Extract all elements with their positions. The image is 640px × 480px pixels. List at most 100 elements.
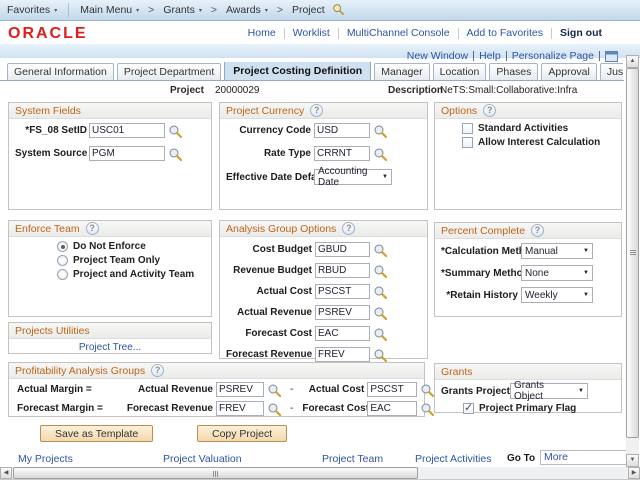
standard-activities-label: Standard Activities: [478, 123, 568, 134]
new-window-link[interactable]: New Window: [407, 50, 468, 62]
project-activities-link[interactable]: Project Activities: [415, 453, 491, 465]
tab-general-information[interactable]: General Information: [7, 63, 114, 81]
tab-location[interactable]: Location: [433, 63, 487, 81]
favorites-menu[interactable]: Favorites ▾: [0, 4, 64, 16]
copy-project-button[interactable]: Copy Project: [197, 425, 287, 442]
standard-activities-checkbox[interactable]: [462, 123, 473, 134]
actual-revenue-input[interactable]: [315, 305, 370, 320]
tab-project-costing-definition[interactable]: Project Costing Definition: [224, 62, 371, 81]
project-team-only-label: Project Team Only: [73, 255, 160, 266]
cost-budget-input[interactable]: [315, 242, 370, 257]
help-icon[interactable]: ?: [531, 224, 544, 237]
scroll-up-button[interactable]: ▲: [626, 55, 639, 68]
lookup-icon[interactable]: [420, 402, 434, 416]
revenue-budget-input[interactable]: [315, 263, 370, 278]
vertical-scrollbar[interactable]: ▲ ▼: [626, 55, 639, 467]
breadcrumb-item-awards[interactable]: Awards ▾: [219, 4, 275, 16]
system-source-input[interactable]: [89, 146, 165, 161]
my-projects-link[interactable]: My Projects: [18, 453, 73, 465]
personalize-page-link[interactable]: Personalize Page: [512, 50, 594, 62]
actual-revenue-input[interactable]: [216, 382, 264, 397]
retain-history-select[interactable]: Weekly ▼: [521, 287, 593, 303]
left-arrow-icon: ◀: [1, 468, 11, 479]
breadcrumb-item-project[interactable]: Project: [285, 3, 351, 18]
vertical-scroll-thumb[interactable]: [626, 68, 639, 438]
help-icon[interactable]: ?: [483, 104, 496, 117]
section-title: Grants: [441, 366, 473, 378]
actual-cost-input[interactable]: [315, 284, 370, 299]
forecast-cost-input[interactable]: [315, 326, 370, 341]
help-icon[interactable]: ?: [151, 364, 164, 377]
lookup-icon[interactable]: [373, 348, 387, 362]
setid-input[interactable]: [89, 123, 165, 138]
breadcrumb-item-grants[interactable]: Grants ▾: [156, 4, 209, 16]
help-icon[interactable]: ?: [310, 104, 323, 117]
summary-method-select[interactable]: None ▼: [521, 265, 593, 281]
lookup-icon[interactable]: [168, 147, 182, 161]
copy-url-icon[interactable]: [605, 51, 618, 62]
lookup-icon[interactable]: [373, 327, 387, 341]
tab-project-department[interactable]: Project Department: [117, 63, 221, 81]
lookup-icon[interactable]: [267, 383, 281, 397]
horizontal-scroll-thumb[interactable]: [13, 467, 418, 479]
chevron-down-icon: ▼: [583, 248, 589, 254]
currency-code-input[interactable]: [314, 123, 370, 138]
tab-approval[interactable]: Approval: [541, 63, 596, 81]
project-currency-section: Project Currency ? Currency Code Rate Ty…: [219, 102, 428, 210]
lookup-icon[interactable]: [373, 264, 387, 278]
tab-manager[interactable]: Manager: [374, 63, 429, 81]
help-link[interactable]: Help: [479, 50, 501, 62]
lookup-icon[interactable]: [267, 402, 281, 416]
project-tree-link[interactable]: Project Tree...: [79, 342, 141, 353]
analysis-group-options-section: Analysis Group Options ? Cost Budget Rev…: [219, 220, 428, 359]
lookup-icon[interactable]: [373, 124, 387, 138]
worklist-link[interactable]: Worklist: [293, 27, 330, 39]
tab-phases[interactable]: Phases: [489, 63, 538, 81]
actual-cost-input[interactable]: [367, 382, 417, 397]
cost-budget-label: Cost Budget: [226, 244, 312, 255]
rate-type-input[interactable]: [314, 146, 370, 161]
forecast-revenue-input[interactable]: [315, 347, 370, 362]
project-team-link[interactable]: Project Team: [322, 453, 383, 465]
horizontal-scrollbar[interactable]: ◀ ▶: [0, 467, 640, 479]
main-menu[interactable]: Main Menu ▾: [73, 4, 146, 16]
goto-select[interactable]: More: [540, 450, 628, 465]
lookup-icon[interactable]: [373, 147, 387, 161]
project-and-activity-team-radio[interactable]: [57, 269, 68, 280]
search-icon[interactable]: [332, 3, 344, 18]
right-arrow-icon: ▶: [629, 468, 639, 479]
save-as-template-button[interactable]: Save as Template: [40, 425, 153, 442]
scroll-right-button[interactable]: ▶: [628, 467, 640, 479]
help-icon[interactable]: ?: [342, 222, 355, 235]
description-label: Description: [388, 85, 443, 96]
lookup-icon[interactable]: [420, 383, 434, 397]
add-to-favorites-link[interactable]: Add to Favorites: [467, 27, 543, 39]
lookup-icon[interactable]: [373, 285, 387, 299]
calculation-method-select[interactable]: Manual ▼: [521, 243, 593, 259]
section-title: Enforce Team: [15, 223, 80, 235]
project-valuation-link[interactable]: Project Valuation: [163, 453, 242, 465]
divider: [599, 51, 600, 61]
help-icon[interactable]: ?: [86, 222, 99, 235]
tab-justification[interactable]: Justification: [600, 63, 623, 81]
chevron-down-icon: ▾: [54, 7, 57, 14]
section-title: Analysis Group Options: [226, 223, 336, 235]
oracle-logo: ORACLE: [8, 25, 88, 43]
scroll-down-button[interactable]: ▼: [626, 454, 639, 467]
scroll-left-button[interactable]: ◀: [0, 467, 12, 479]
project-team-only-radio[interactable]: [57, 255, 68, 266]
sign-out-link[interactable]: Sign out: [560, 27, 602, 39]
grants-project-select[interactable]: Grants Object ▼: [510, 383, 588, 399]
effective-date-default-select[interactable]: Accounting Date ▼: [314, 169, 392, 185]
forecast-revenue-input[interactable]: [216, 401, 264, 416]
allow-interest-calculation-checkbox[interactable]: [462, 137, 473, 148]
lookup-icon[interactable]: [373, 243, 387, 257]
forecast-cost-input[interactable]: [367, 401, 417, 416]
lookup-icon[interactable]: [373, 306, 387, 320]
rate-type-label: Rate Type: [226, 148, 311, 159]
project-primary-flag-checkbox[interactable]: [463, 403, 474, 414]
lookup-icon[interactable]: [168, 124, 182, 138]
multichannel-console-link[interactable]: MultiChannel Console: [347, 27, 450, 39]
home-link[interactable]: Home: [248, 27, 276, 39]
do-not-enforce-radio[interactable]: [57, 241, 68, 252]
